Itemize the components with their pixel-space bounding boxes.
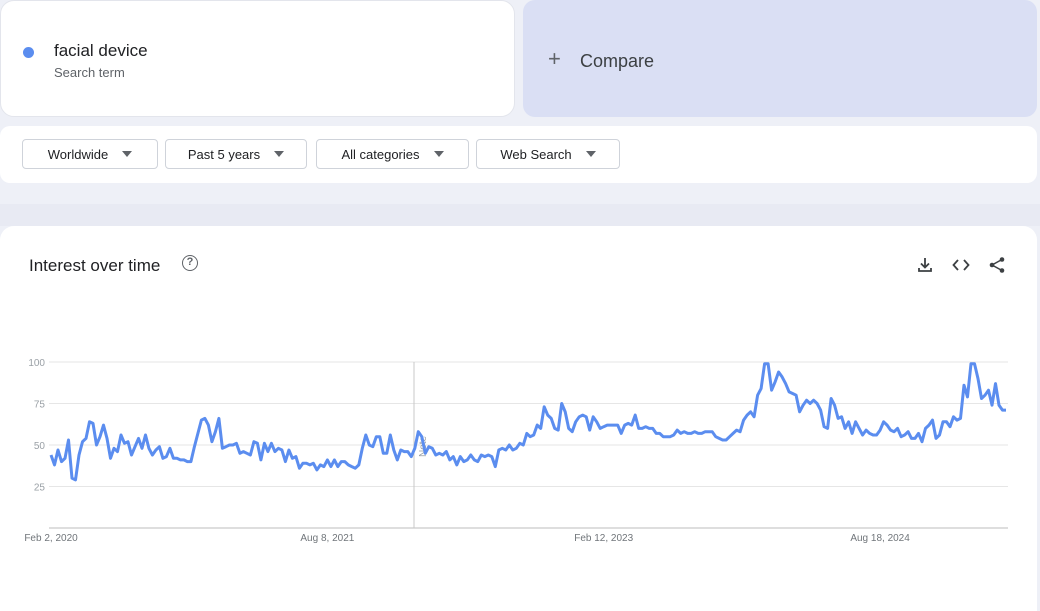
x-tick-label: Aug 8, 2021 <box>300 533 354 544</box>
interest-line-chart: 25 50 75 100 Feb 2, 2020 Aug 8, 2021 Feb 12, 2… <box>24 358 1008 544</box>
series-line-facial-device <box>49 362 1006 482</box>
x-tick-label: Feb 12, 2023 <box>574 533 633 544</box>
y-tick-label: 75 <box>34 400 46 411</box>
y-tick-label: 25 <box>34 483 46 494</box>
y-tick-label: 50 <box>34 441 46 452</box>
x-tick-label: Feb 2, 2020 <box>24 533 78 544</box>
y-tick-label: 100 <box>28 358 45 369</box>
x-tick-label: Aug 18, 2024 <box>850 533 910 544</box>
